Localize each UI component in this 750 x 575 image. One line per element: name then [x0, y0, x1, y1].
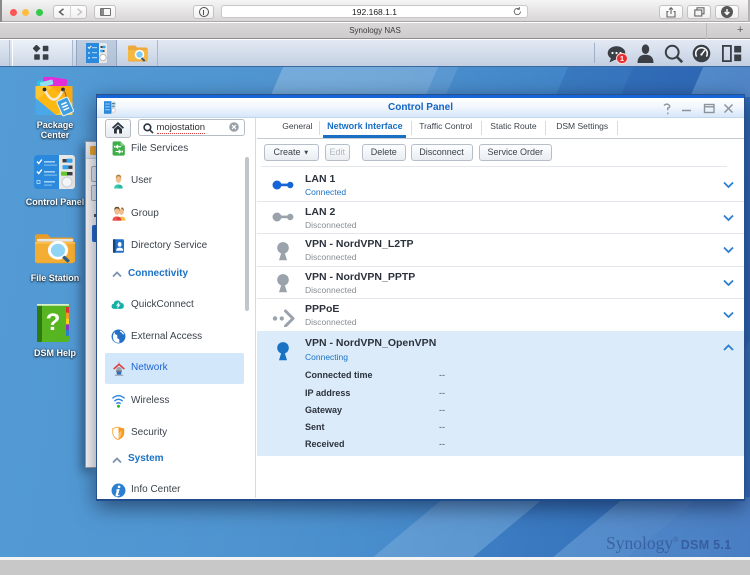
svg-text:?: ? — [46, 309, 61, 336]
